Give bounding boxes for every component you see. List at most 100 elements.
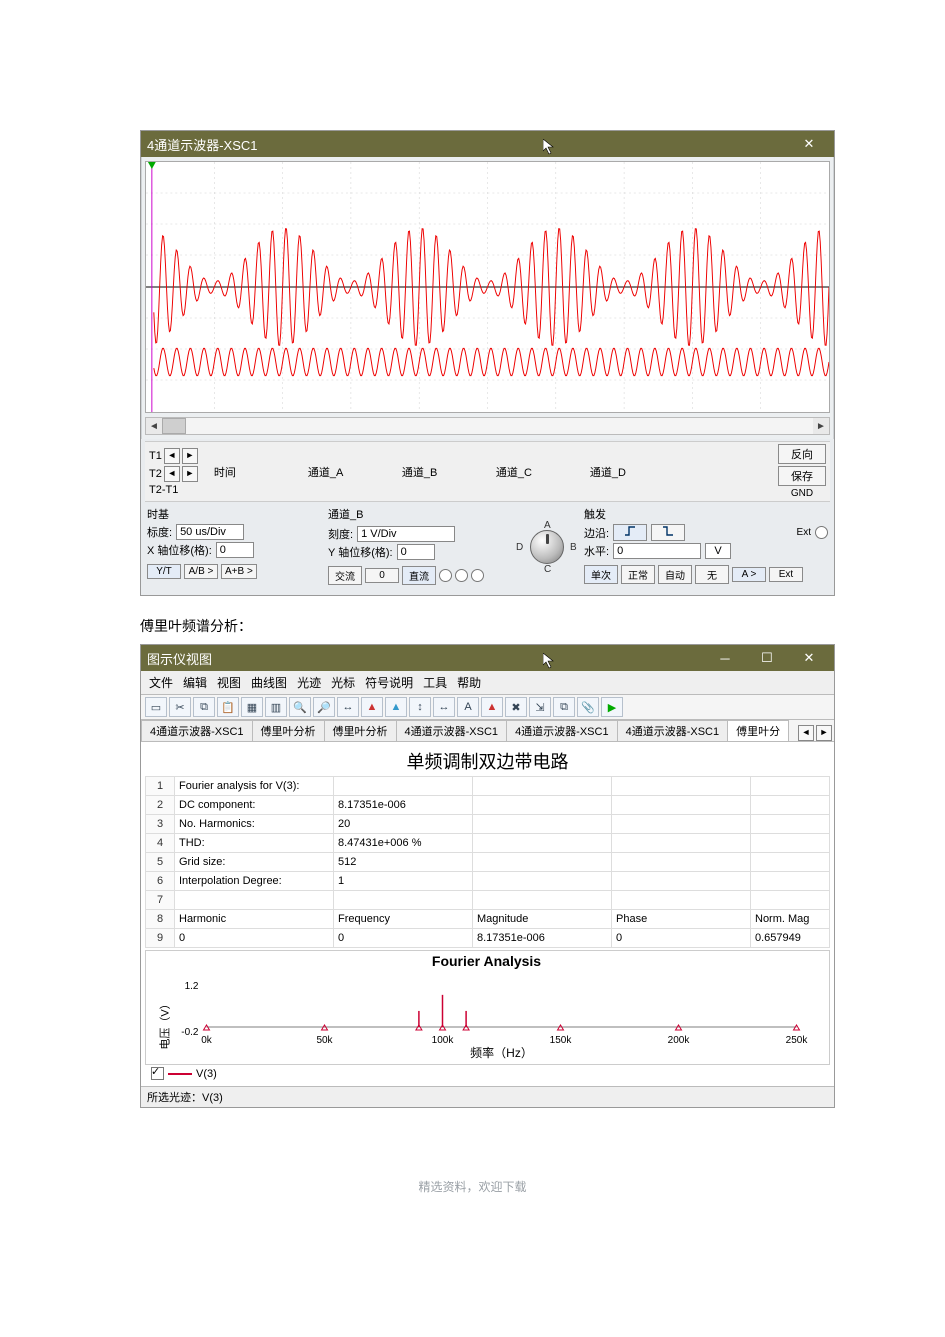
tool-paste-icon[interactable]: 📋 (217, 697, 239, 717)
timebase-xpos-input[interactable]: 0 (216, 542, 254, 558)
timebase-xpos-label: X 轴位移(格): (147, 542, 212, 558)
scope-display[interactable] (145, 161, 830, 413)
trigger-normal-button[interactable]: 正常 (621, 565, 655, 584)
channel-select-knob[interactable]: A B C D (518, 524, 578, 574)
trigger-auto-button[interactable]: 自动 (658, 565, 692, 584)
svg-text:250k: 250k (786, 1035, 809, 1046)
tab-5[interactable]: 4通道示波器-XSC1 (617, 720, 729, 741)
minimize-button[interactable]: ─ (706, 648, 744, 668)
scope-titlebar[interactable]: 4通道示波器-XSC1 ✕ (141, 131, 834, 157)
close-button[interactable]: ✕ (790, 648, 828, 668)
menu-edit[interactable]: 编辑 (183, 674, 207, 691)
tool-copy2-icon[interactable]: ⧉ (553, 697, 575, 717)
menu-help[interactable]: 帮助 (457, 674, 481, 691)
menu-legend[interactable]: 符号说明 (365, 674, 413, 691)
channel-headers: 时间 通道_A 通道_B 通道_C 通道_D (204, 464, 772, 480)
oscilloscope-window: 4通道示波器-XSC1 ✕ (140, 130, 835, 596)
scroll-track[interactable] (162, 418, 813, 434)
reverse-button[interactable]: 反向 (778, 444, 826, 464)
menu-cursor[interactable]: 光标 (331, 674, 355, 691)
tab-scroll-right[interactable]: ► (816, 725, 832, 741)
t1-left-button[interactable]: ◄ (164, 448, 180, 464)
tool-clip-icon[interactable]: 📎 (577, 697, 599, 717)
t2-left-button[interactable]: ◄ (164, 466, 180, 482)
table-row: 4THD:8.47431e+006 % (146, 834, 830, 853)
tool-copy-icon[interactable]: ⧉ (193, 697, 215, 717)
tool-new-icon[interactable]: ▭ (145, 697, 167, 717)
trigger-single-button[interactable]: 单次 (584, 565, 618, 584)
tool-run-icon[interactable]: ▶ (601, 697, 623, 717)
trigger-ext-button[interactable]: Ext (769, 567, 803, 582)
tool-text-icon[interactable]: A (457, 697, 479, 717)
scroll-right-arrow[interactable]: ► (813, 421, 829, 432)
tool-grid2-icon[interactable]: ▥ (265, 697, 287, 717)
tool-label-icon[interactable]: ▲ (481, 697, 503, 717)
tab-3[interactable]: 4通道示波器-XSC1 (396, 720, 508, 741)
grapher-titlebar[interactable]: 图示仪视图 ─ ☐ ✕ (141, 645, 834, 671)
tool-cursor-h-icon[interactable]: ↕ (409, 697, 431, 717)
mode-yt-button[interactable]: Y/T (147, 564, 181, 579)
timebase-scale-input[interactable]: 50 us/Div (176, 524, 244, 540)
tool-cursor-v-icon[interactable]: ↔ (433, 697, 455, 717)
menu-plot[interactable]: 曲线图 (251, 674, 287, 691)
tab-6[interactable]: 傅里叶分 (727, 720, 789, 741)
horizontal-scrollbar[interactable]: ◄ ► (145, 417, 830, 435)
knob-b-label: B (570, 542, 577, 553)
mode-apb-button[interactable]: A+B > (221, 564, 257, 579)
cursor-t1-label: T1 (149, 450, 162, 462)
trigger-level-input[interactable]: 0 (613, 543, 701, 559)
tab-scroll-left[interactable]: ◄ (798, 725, 814, 741)
menu-tools[interactable]: 工具 (423, 674, 447, 691)
tool-marker1-icon[interactable]: ▲ (361, 697, 383, 717)
t2-right-button[interactable]: ► (182, 466, 198, 482)
tool-grid-icon[interactable]: ▦ (241, 697, 263, 717)
trigger-level-unit[interactable]: V (705, 543, 731, 559)
tool-open-icon[interactable]: ✂ (169, 697, 191, 717)
fourier-plot[interactable]: Fourier Analysis 电压（V） 1.2 -0.2 0k50k100… (145, 950, 830, 1065)
radio-1[interactable] (439, 569, 452, 582)
tab-4[interactable]: 4通道示波器-XSC1 (506, 720, 618, 741)
menu-view[interactable]: 视图 (217, 674, 241, 691)
coupling-zero-button[interactable]: 0 (365, 568, 399, 583)
tool-zoom-out-icon[interactable]: 🔎 (313, 697, 335, 717)
trigger-none-button[interactable]: 无 (695, 565, 729, 584)
coupling-ac-button[interactable]: 交流 (328, 566, 362, 585)
tool-export-icon[interactable]: ⇲ (529, 697, 551, 717)
table-row: 6Interpolation Degree:1 (146, 872, 830, 891)
menu-file[interactable]: 文件 (149, 674, 173, 691)
radio-3[interactable] (471, 569, 484, 582)
t1-right-button[interactable]: ► (182, 448, 198, 464)
channel-scale-input[interactable]: 1 V/Div (357, 526, 455, 542)
tool-fit-icon[interactable]: ↔ (337, 697, 359, 717)
tool-marker2-icon[interactable]: ▲ (385, 697, 407, 717)
mode-ab-button[interactable]: A/B > (184, 564, 218, 579)
svg-text:150k: 150k (550, 1035, 573, 1046)
header-time: 时间 (214, 464, 304, 480)
tab-1[interactable]: 傅里叶分析 (252, 720, 325, 741)
scroll-thumb[interactable] (162, 418, 186, 434)
ext-radio[interactable] (815, 526, 828, 539)
coupling-dc-button[interactable]: 直流 (402, 566, 436, 585)
edge-falling-button[interactable] (651, 524, 685, 541)
legend-checkbox[interactable] (151, 1067, 164, 1080)
save-button[interactable]: 保存 (778, 466, 826, 486)
scroll-left-arrow[interactable]: ◄ (146, 421, 162, 432)
channel-ypos-input[interactable]: 0 (397, 544, 435, 560)
tool-zoom-icon[interactable]: 🔍 (289, 697, 311, 717)
svg-text:频率（Hz）: 频率（Hz） (470, 1045, 533, 1059)
trigger-a-button[interactable]: A > (732, 567, 766, 582)
tab-0[interactable]: 4通道示波器-XSC1 (141, 720, 253, 741)
close-button[interactable]: ✕ (790, 134, 828, 154)
fourier-chart-svg: 电压（V） 1.2 -0.2 0k50k100k150k200k250k 频率（… (148, 969, 825, 1059)
edge-rising-button[interactable] (613, 524, 647, 541)
menubar: 文件 编辑 视图 曲线图 光迹 光标 符号说明 工具 帮助 (141, 671, 834, 695)
tool-del-icon[interactable]: ✖ (505, 697, 527, 717)
radio-2[interactable] (455, 569, 468, 582)
menu-trace[interactable]: 光迹 (297, 674, 321, 691)
tabbar: 4通道示波器-XSC1 傅里叶分析 傅里叶分析 4通道示波器-XSC1 4通道示… (141, 720, 834, 742)
table-row: 2DC component:8.17351e-006 (146, 796, 830, 815)
tab-2[interactable]: 傅里叶分析 (324, 720, 397, 741)
maximize-button[interactable]: ☐ (748, 648, 786, 668)
scope-title: 4通道示波器-XSC1 (147, 135, 790, 154)
plot-main-title: 单频调制双边带电路 (145, 742, 830, 776)
